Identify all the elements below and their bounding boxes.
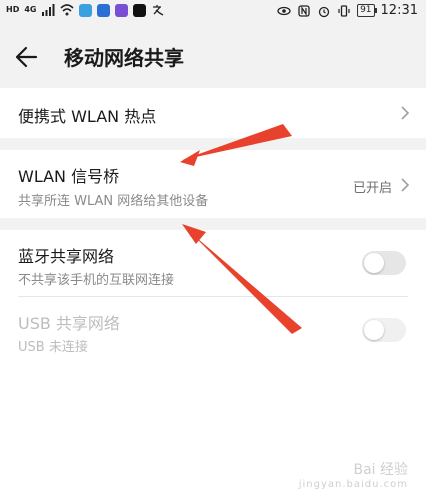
usb-tethering-toggle[interactable] <box>362 318 406 342</box>
tiktok-notification-icon <box>133 3 147 17</box>
page-title: 移动网络共享 <box>64 46 184 70</box>
app-bar: 移动网络共享 <box>0 22 426 88</box>
bluetooth-tethering-subtitle: 不共享该手机的互联网连接 <box>18 273 175 288</box>
app-notification-icon <box>115 3 129 17</box>
chevron-right-icon <box>401 178 410 192</box>
toggle-knob <box>364 253 384 273</box>
nfc-icon <box>298 4 310 17</box>
wlan-bridge-title: WLAN 信号桥 <box>18 167 120 186</box>
app-notification-icon <box>97 3 111 17</box>
settings-list: 便携式 WLAN 热点 WLAN 信号桥 共享所连 WLAN 网络给其他设备 已… <box>0 88 426 502</box>
bluetooth-tethering-toggle[interactable] <box>362 251 406 275</box>
watermark-url: jingyan.baidu.com <box>298 479 408 490</box>
settings-item-wlan-hotspot[interactable]: 便携式 WLAN 热点 <box>0 88 426 138</box>
status-bar-right: 91 12:31 <box>277 3 418 18</box>
settings-item-usb-tethering: USB 共享网络 USB 未连接 <box>0 297 426 363</box>
network-4g-indicator: 4G <box>24 5 37 14</box>
status-bar: HD 4G 91 12:31 <box>0 0 426 22</box>
watermark-brand: Bai 经验 <box>353 462 408 478</box>
arrow-left-icon <box>15 46 38 68</box>
wlan-bridge-subtitle: 共享所连 WLAN 网络给其他设备 <box>18 194 209 209</box>
hd-indicator: HD <box>6 5 20 14</box>
eye-comfort-icon <box>277 6 291 15</box>
status-bar-time: 12:31 <box>380 3 418 18</box>
toggle-knob <box>364 320 384 340</box>
back-button[interactable] <box>12 42 44 72</box>
section-divider <box>0 218 426 230</box>
app-notification-icon <box>79 3 93 17</box>
settings-item-bluetooth-tethering: 蓝牙共享网络 不共享该手机的互联网连接 <box>0 230 426 296</box>
wifi-icon <box>60 4 75 16</box>
vibrate-icon <box>338 4 350 17</box>
bluetooth-tethering-title: 蓝牙共享网络 <box>18 247 115 266</box>
usb-tethering-title: USB 共享网络 <box>18 314 120 333</box>
chevron-right-icon <box>401 106 410 120</box>
settings-item-wlan-bridge[interactable]: WLAN 信号桥 共享所连 WLAN 网络给其他设备 已开启 <box>0 150 426 218</box>
section-divider <box>0 138 426 150</box>
translate-icon <box>153 5 164 16</box>
wlan-bridge-status: 已开启 <box>352 181 392 196</box>
cell-signal-icon <box>42 4 55 16</box>
battery-indicator: 91 <box>357 4 378 17</box>
usb-tethering-subtitle: USB 未连接 <box>18 340 88 355</box>
wlan-hotspot-title: 便携式 WLAN 热点 <box>18 107 157 126</box>
alarm-icon <box>318 6 330 17</box>
status-bar-left: HD 4G <box>6 3 165 17</box>
baidu-watermark: Bai 经验 jingyan.baidu.com <box>299 459 408 490</box>
